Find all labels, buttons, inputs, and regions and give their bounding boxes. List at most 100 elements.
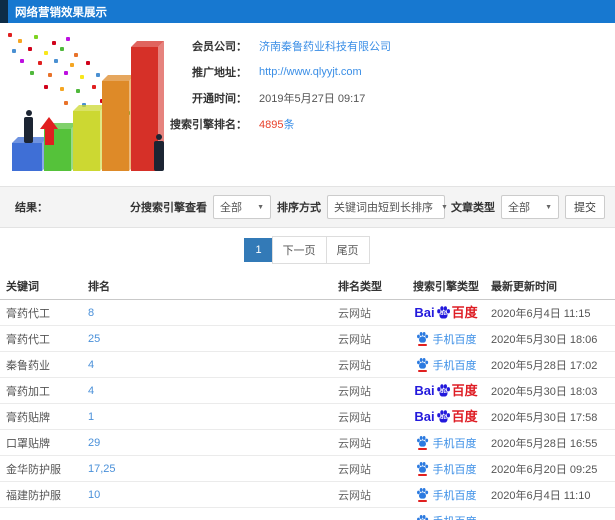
next-page-button[interactable]: 下一页 (271, 236, 327, 264)
rank-link[interactable]: 29 (88, 437, 100, 449)
baidu-paw-icon (416, 488, 428, 499)
table-row: 膏药贴牌 1 云网站 Bai du 百度 2020年5月30日 17:58 (0, 404, 615, 430)
baidu-paw: du (436, 383, 451, 398)
rank-type-cell: 云网站 (338, 489, 371, 502)
baidu-paw-icon (416, 332, 428, 343)
baidu-logo-cn: 百度 (451, 383, 478, 398)
rank-type-cell: 云网站 (338, 463, 371, 476)
table-row: 福建防护服 10 云网站 手机百度 2020年6月4日 11:10 (0, 482, 615, 508)
bar-chart-illustration (2, 29, 174, 179)
article-type-select-value: 全部 (508, 202, 530, 214)
company-label: 会员公司： (192, 41, 247, 53)
baidu-paw-icon (416, 436, 428, 447)
rank-count-value: 4895条 (247, 116, 294, 132)
info-row-url: 推广地址： http://www.qlyyjt.com (155, 59, 391, 85)
baidu-logo: Bai du 百度 (414, 305, 477, 320)
open-time-value: 2019年5月27日 09:17 (259, 93, 366, 105)
mobile-baidu-label: 手机百度 (432, 437, 477, 450)
rank-link[interactable]: 25 (88, 333, 100, 345)
filter-bar: 结果： 分搜索引擎查看 全部 ▼ 排序方式 关键词由短到长排序 ▼ 文章类型 全… (0, 186, 615, 228)
businessman-figure (154, 134, 164, 171)
baidu-logo-du: du (439, 414, 447, 421)
sort-select-value: 关键词由短到长排序 (334, 202, 433, 214)
chevron-down-icon: ▼ (545, 203, 552, 211)
engine-select-value: 全部 (220, 202, 242, 214)
update-time-cell: 2020年6月20日 09:25 (491, 463, 598, 476)
header-rank-type: 排名类型 (338, 280, 382, 293)
keyword-cell: 膏药加工 (6, 385, 50, 398)
engine-cell-baidu: Bai du 百度 (401, 305, 491, 320)
table-row: 膏药加工 4 云网站 Bai du 百度 2020年5月30日 18:03 (0, 378, 615, 404)
header-update-time: 最新更新时间 (491, 280, 557, 293)
mobile-baidu: 手机百度 (416, 357, 477, 373)
window-edge (0, 0, 8, 23)
illustration-bar (102, 75, 135, 171)
baidu-logo-cn: 百度 (451, 409, 478, 424)
rank-type-cell: 云网站 (338, 307, 371, 320)
baidu-paw-icon (416, 514, 428, 520)
mobile-baidu-icon (416, 435, 429, 450)
update-time-cell: 2020年5月30日 17:58 (491, 411, 598, 424)
chevron-down-icon: ▼ (441, 203, 448, 211)
engine-cell-baidu: Bai du 百度 (401, 383, 491, 398)
rank-cell: 29 (88, 437, 338, 449)
rank-count-label: 搜索引擎排名： (170, 119, 247, 131)
rank-type-cell: 云网站 (338, 437, 371, 450)
rank-type-cell: 云网站 (338, 385, 371, 398)
engine-select[interactable]: 全部 ▼ (213, 195, 271, 219)
sort-filter-label: 排序方式 (277, 202, 321, 214)
illustration-bar (12, 137, 48, 171)
baidu-paw: du (436, 409, 451, 424)
page-title: 网络营销效果展示 (15, 6, 107, 19)
baidu-logo-cn: 百度 (451, 305, 478, 320)
company-name-link[interactable]: 济南秦鲁药业科技有限公司 (247, 38, 391, 54)
rank-link[interactable]: 10 (88, 489, 100, 501)
update-time-cell: 2020年6月4日 11:15 (491, 307, 591, 320)
rank-count-number: 4895 (259, 119, 284, 131)
title-bar: 网络营销效果展示 (0, 0, 615, 23)
engine-cell-mobile-baidu: 手机百度 (401, 513, 491, 520)
rank-cell: 4 (88, 359, 338, 371)
mobile-baidu: 手机百度 (416, 487, 477, 503)
keyword-cell: 金华防护服 (6, 463, 61, 476)
result-label: 结果： (15, 202, 48, 214)
baidu-paw: du (436, 305, 451, 320)
mobile-baidu-icon (416, 487, 429, 502)
mobile-baidu-underline (417, 370, 427, 372)
baidu-paw-icon (416, 462, 428, 473)
pagination: 1 下一页 尾页 (0, 228, 615, 272)
rank-link[interactable]: 1 (88, 411, 94, 423)
page: 网络营销效果展示 会员公司： 济南秦鲁药业科技有限公司 推广地址： http:/… (0, 0, 615, 520)
rank-cell: 4 (88, 385, 338, 397)
page-number-current[interactable]: 1 (244, 238, 273, 262)
article-type-select[interactable]: 全部 ▼ (501, 195, 559, 219)
chevron-down-icon: ▼ (257, 203, 264, 211)
header-keyword: 关键词 (6, 280, 39, 293)
rank-link[interactable]: 8 (88, 307, 94, 319)
open-time-label: 开通时间： (192, 93, 247, 105)
confetti-decoration (8, 33, 12, 37)
keyword-cell: 膏药代工 (6, 307, 50, 320)
submit-button[interactable]: 提交 (565, 195, 605, 219)
rank-cell: 17,25 (88, 463, 338, 475)
rank-link[interactable]: 4 (88, 385, 94, 397)
rank-link[interactable]: 4 (88, 359, 94, 371)
update-time-cell: 2020年6月4日 11:10 (491, 489, 591, 502)
engine-cell-mobile-baidu: 手机百度 (401, 461, 491, 477)
rank-cell: 1 (88, 411, 338, 423)
filter-group: 分搜索引擎查看 全部 ▼ 排序方式 关键词由短到长排序 ▼ 文章类型 全部 ▼ … (130, 195, 605, 219)
keyword-ranking-table: 关键词 排名 排名类型 搜索引擎类型 最新更新时间 膏药代工 8 云网站 Bai du 百… (0, 272, 615, 520)
promo-url-link[interactable]: http://www.qlyyjt.com (247, 66, 362, 78)
rank-type-cell: 云网站 (338, 359, 371, 372)
last-page-button[interactable]: 尾页 (325, 236, 370, 264)
rank-count-unit: 条 (283, 119, 295, 131)
engine-cell-baidu: Bai du 百度 (401, 409, 491, 424)
keyword-cell: 福建防护服 (6, 489, 61, 502)
update-time-cell: 2020年5月28日 16:55 (491, 437, 598, 450)
table-row: 手机百度 (0, 508, 615, 520)
baidu-logo: Bai du 百度 (414, 409, 477, 424)
mobile-baidu-icon (416, 331, 429, 346)
rank-link[interactable]: 17,25 (88, 463, 116, 475)
sort-select[interactable]: 关键词由短到长排序 ▼ (327, 195, 448, 219)
keyword-cell: 膏药贴牌 (6, 411, 50, 424)
